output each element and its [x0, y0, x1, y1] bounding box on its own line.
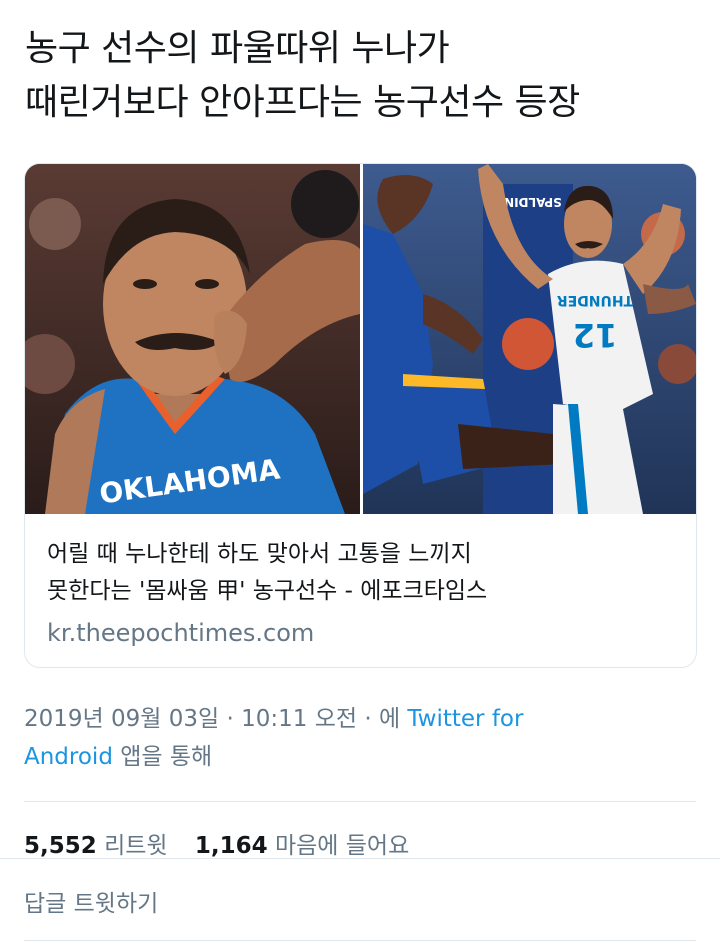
link-preview-card[interactable]: OKLAHOMA SPALDING THUNDER 12 어릴 때 누나한테 하…: [24, 163, 697, 668]
headline-line-1: 농구 선수의 파울따위 누나가: [25, 28, 450, 69]
likes-label: 마음에 들어요: [274, 833, 410, 859]
card-text[interactable]: 어릴 때 누나한테 하도 맞아서 고통을 느끼지 못한다는 '몸싸움 甲' 농구…: [47, 536, 677, 650]
likes-stat[interactable]: 1,164 마음에 들어요: [195, 833, 409, 859]
retweets-stat[interactable]: 5,552 리트윗: [24, 833, 168, 859]
divider: [0, 858, 720, 859]
right-jersey-number: 12: [573, 316, 618, 354]
right-jersey-text: THUNDER: [557, 292, 634, 308]
card-title: 어릴 때 누나한테 하도 맞아서 고통을 느끼지 못한다는 '몸싸움 甲' 농구…: [47, 536, 677, 610]
card-media[interactable]: OKLAHOMA SPALDING THUNDER 12: [25, 164, 696, 514]
tweet-metadata: 2019년 09월 03일 · 10:11 오전 · 에 Twitter for…: [24, 700, 694, 776]
right-players-photo: SPALDING THUNDER 12: [363, 164, 696, 514]
divider: [24, 940, 696, 941]
reply-tweet-button[interactable]: 답글 트윗하기: [24, 886, 158, 922]
right-photo-illustration: SPALDING THUNDER 12: [363, 164, 696, 514]
headline-line-2: 때린거보다 안아프다는 농구선수 등장: [25, 82, 580, 123]
card-title-line-1: 어릴 때 누나한테 하도 맞아서 고통을 느끼지: [47, 541, 472, 567]
likes-count: 1,164: [194, 833, 268, 859]
retweets-count: 5,552: [24, 833, 97, 859]
client-link-part-2[interactable]: Android: [24, 744, 113, 770]
card-domain: kr.theepochtimes.com: [47, 619, 315, 647]
left-player-photo: OKLAHOMA: [25, 164, 360, 514]
left-photo-illustration: OKLAHOMA: [25, 164, 360, 514]
client-suffix: 앱을 통해: [120, 744, 213, 770]
divider: [24, 801, 696, 802]
tweet-timestamp[interactable]: 2019년 09월 03일 · 10:11 오전 · 에: [24, 706, 400, 732]
tweet-text: 농구 선수의 파울따위 누나가 때린거보다 안아프다는 농구선수 등장: [25, 22, 705, 130]
retweets-label: 리트윗: [104, 833, 168, 859]
client-link-part-1[interactable]: Twitter for: [407, 706, 523, 732]
card-title-line-2: 못한다는 '몸싸움 甲' 농구선수 - 에포크타임스: [47, 578, 488, 604]
